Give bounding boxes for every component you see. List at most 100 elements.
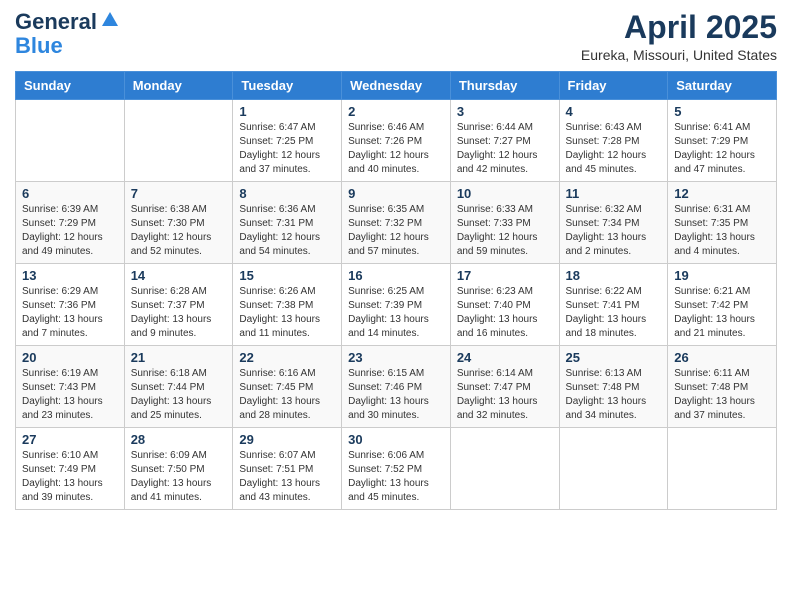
calendar-cell: 6 Sunrise: 6:39 AM Sunset: 7:29 PM Daylig… — [16, 182, 125, 264]
calendar-cell: 14 Sunrise: 6:28 AM Sunset: 7:37 PM Dayli… — [124, 264, 233, 346]
day-number: 24 — [457, 350, 553, 365]
day-number: 13 — [22, 268, 118, 283]
calendar-week-row: 6 Sunrise: 6:39 AM Sunset: 7:29 PM Daylig… — [16, 182, 777, 264]
day-info: Sunrise: 6:16 AM Sunset: 7:45 PM Dayligh… — [239, 367, 335, 423]
calendar-header-row: SundayMondayTuesdayWednesdayThursdayFrid… — [16, 72, 777, 100]
day-info: Sunrise: 6:35 AM Sunset: 7:32 PM Dayligh… — [348, 203, 444, 259]
calendar-cell: 28 Sunrise: 6:09 AM Sunset: 7:50 PM Dayli… — [124, 428, 233, 510]
calendar-cell: 13Sunrise: 6:29 AM Sunset: 7:36 PM Dayli… — [16, 264, 125, 346]
day-number: 22 — [239, 350, 335, 365]
col-header-thursday: Thursday — [450, 72, 559, 100]
calendar-cell: 18 Sunrise: 6:22 AM Sunset: 7:41 PM Dayli… — [559, 264, 668, 346]
calendar-cell: 1 Sunrise: 6:47 AM Sunset: 7:25 PM Daylig… — [233, 100, 342, 182]
calendar-cell: 8 Sunrise: 6:36 AM Sunset: 7:31 PM Daylig… — [233, 182, 342, 264]
calendar-cell: 22 Sunrise: 6:16 AM Sunset: 7:45 PM Dayli… — [233, 346, 342, 428]
day-info: Sunrise: 6:43 AM Sunset: 7:28 PM Dayligh… — [566, 121, 662, 177]
day-number: 1 — [239, 104, 335, 119]
day-info: Sunrise: 6:23 AM Sunset: 7:40 PM Dayligh… — [457, 285, 553, 341]
day-number: 27 — [22, 432, 118, 447]
day-number: 26 — [674, 350, 770, 365]
day-number: 17 — [457, 268, 553, 283]
day-number: 12 — [674, 186, 770, 201]
day-number: 28 — [131, 432, 227, 447]
day-number: 21 — [131, 350, 227, 365]
page: General Blue April 2025 Eureka, Missouri… — [0, 0, 792, 612]
day-info: Sunrise: 6:31 AM Sunset: 7:35 PM Dayligh… — [674, 203, 770, 259]
title-area: April 2025 Eureka, Missouri, United Stat… — [581, 10, 777, 63]
logo-text-blue: Blue — [15, 33, 63, 58]
day-info: Sunrise: 6:41 AM Sunset: 7:29 PM Dayligh… — [674, 121, 770, 177]
month-title: April 2025 — [581, 10, 777, 45]
calendar-cell: 27 Sunrise: 6:10 AM Sunset: 7:49 PM Dayli… — [16, 428, 125, 510]
calendar-week-row: 1 Sunrise: 6:47 AM Sunset: 7:25 PM Daylig… — [16, 100, 777, 182]
calendar-cell — [559, 428, 668, 510]
col-header-friday: Friday — [559, 72, 668, 100]
calendar-cell: 2 Sunrise: 6:46 AM Sunset: 7:26 PM Daylig… — [342, 100, 451, 182]
calendar-week-row: 13Sunrise: 6:29 AM Sunset: 7:36 PM Dayli… — [16, 264, 777, 346]
day-info: Sunrise: 6:36 AM Sunset: 7:31 PM Dayligh… — [239, 203, 335, 259]
day-number: 9 — [348, 186, 444, 201]
calendar-cell: 17 Sunrise: 6:23 AM Sunset: 7:40 PM Dayli… — [450, 264, 559, 346]
day-info: Sunrise: 6:28 AM Sunset: 7:37 PM Dayligh… — [131, 285, 227, 341]
calendar-cell — [450, 428, 559, 510]
calendar-cell — [16, 100, 125, 182]
location: Eureka, Missouri, United States — [581, 47, 777, 63]
day-number: 15 — [239, 268, 335, 283]
calendar-cell: 9 Sunrise: 6:35 AM Sunset: 7:32 PM Daylig… — [342, 182, 451, 264]
calendar-cell — [668, 428, 777, 510]
day-number: 7 — [131, 186, 227, 201]
calendar-cell: 29Sunrise: 6:07 AM Sunset: 7:51 PM Dayli… — [233, 428, 342, 510]
day-number: 8 — [239, 186, 335, 201]
day-info: Sunrise: 6:39 AM Sunset: 7:29 PM Dayligh… — [22, 203, 118, 259]
calendar-cell: 23Sunrise: 6:15 AM Sunset: 7:46 PM Dayli… — [342, 346, 451, 428]
day-info: Sunrise: 6:32 AM Sunset: 7:34 PM Dayligh… — [566, 203, 662, 259]
day-number: 16 — [348, 268, 444, 283]
day-info: Sunrise: 6:19 AM Sunset: 7:43 PM Dayligh… — [22, 367, 118, 423]
logo: General Blue — [15, 10, 119, 58]
calendar-cell: 24Sunrise: 6:14 AM Sunset: 7:47 PM Dayli… — [450, 346, 559, 428]
calendar-cell: 26 Sunrise: 6:11 AM Sunset: 7:48 PM Dayli… — [668, 346, 777, 428]
day-info: Sunrise: 6:47 AM Sunset: 7:25 PM Dayligh… — [239, 121, 335, 177]
day-info: Sunrise: 6:21 AM Sunset: 7:42 PM Dayligh… — [674, 285, 770, 341]
day-info: Sunrise: 6:25 AM Sunset: 7:39 PM Dayligh… — [348, 285, 444, 341]
day-number: 4 — [566, 104, 662, 119]
header: General Blue April 2025 Eureka, Missouri… — [15, 10, 777, 63]
calendar-week-row: 20 Sunrise: 6:19 AM Sunset: 7:43 PM Dayli… — [16, 346, 777, 428]
day-info: Sunrise: 6:22 AM Sunset: 7:41 PM Dayligh… — [566, 285, 662, 341]
calendar-cell: 11 Sunrise: 6:32 AM Sunset: 7:34 PM Dayli… — [559, 182, 668, 264]
day-number: 10 — [457, 186, 553, 201]
day-info: Sunrise: 6:44 AM Sunset: 7:27 PM Dayligh… — [457, 121, 553, 177]
day-number: 6 — [22, 186, 118, 201]
day-number: 14 — [131, 268, 227, 283]
day-number: 2 — [348, 104, 444, 119]
logo-triangle-icon — [101, 10, 119, 28]
calendar-cell — [124, 100, 233, 182]
day-info: Sunrise: 6:26 AM Sunset: 7:38 PM Dayligh… — [239, 285, 335, 341]
logo-text-general: General — [15, 10, 97, 34]
day-info: Sunrise: 6:07 AM Sunset: 7:51 PM Dayligh… — [239, 449, 335, 505]
day-info: Sunrise: 6:09 AM Sunset: 7:50 PM Dayligh… — [131, 449, 227, 505]
day-number: 30 — [348, 432, 444, 447]
calendar-cell: 5 Sunrise: 6:41 AM Sunset: 7:29 PM Daylig… — [668, 100, 777, 182]
day-info: Sunrise: 6:11 AM Sunset: 7:48 PM Dayligh… — [674, 367, 770, 423]
calendar-cell: 21Sunrise: 6:18 AM Sunset: 7:44 PM Dayli… — [124, 346, 233, 428]
calendar-cell: 15 Sunrise: 6:26 AM Sunset: 7:38 PM Dayli… — [233, 264, 342, 346]
day-number: 18 — [566, 268, 662, 283]
calendar-cell: 7 Sunrise: 6:38 AM Sunset: 7:30 PM Daylig… — [124, 182, 233, 264]
calendar-cell: 3Sunrise: 6:44 AM Sunset: 7:27 PM Daylig… — [450, 100, 559, 182]
day-number: 5 — [674, 104, 770, 119]
calendar-cell: 20 Sunrise: 6:19 AM Sunset: 7:43 PM Dayli… — [16, 346, 125, 428]
day-number: 19 — [674, 268, 770, 283]
calendar-cell: 4 Sunrise: 6:43 AM Sunset: 7:28 PM Daylig… — [559, 100, 668, 182]
calendar-cell: 10 Sunrise: 6:33 AM Sunset: 7:33 PM Dayli… — [450, 182, 559, 264]
day-number: 11 — [566, 186, 662, 201]
calendar-cell: 19 Sunrise: 6:21 AM Sunset: 7:42 PM Dayli… — [668, 264, 777, 346]
day-info: Sunrise: 6:38 AM Sunset: 7:30 PM Dayligh… — [131, 203, 227, 259]
day-info: Sunrise: 6:46 AM Sunset: 7:26 PM Dayligh… — [348, 121, 444, 177]
day-number: 20 — [22, 350, 118, 365]
calendar-cell: 30Sunrise: 6:06 AM Sunset: 7:52 PM Dayli… — [342, 428, 451, 510]
day-number: 25 — [566, 350, 662, 365]
day-info: Sunrise: 6:10 AM Sunset: 7:49 PM Dayligh… — [22, 449, 118, 505]
calendar-cell: 12 Sunrise: 6:31 AM Sunset: 7:35 PM Dayli… — [668, 182, 777, 264]
day-info: Sunrise: 6:33 AM Sunset: 7:33 PM Dayligh… — [457, 203, 553, 259]
